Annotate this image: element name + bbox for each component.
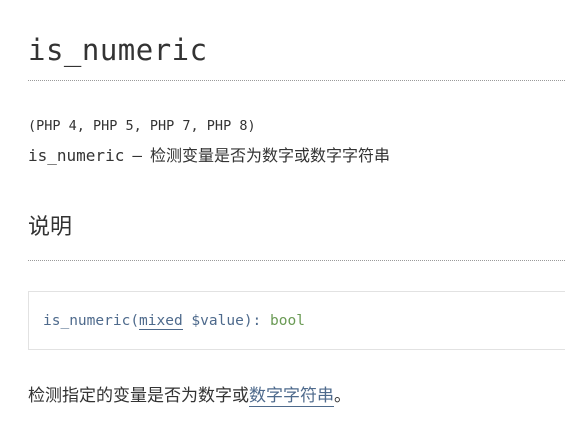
title-divider (28, 80, 565, 81)
ref-purpose-name: is_numeric (28, 146, 125, 165)
synopsis-function-name: is_numeric (43, 313, 131, 329)
section-title-description: 说明 (28, 215, 73, 240)
type-link-mixed[interactable]: mixed (139, 313, 183, 330)
page-title: is_numeric (28, 33, 208, 67)
synopsis-close-paren: ) (243, 313, 253, 329)
ref-purpose: is_numeric — 检测变量是否为数字或数字字符串 (28, 145, 390, 167)
synopsis-colon: : (252, 313, 271, 329)
synopsis-return-type: bool (270, 313, 305, 329)
description-paragraph: 检测指定的变量是否为数字或数字字符串。 (28, 384, 351, 408)
section-divider (28, 260, 565, 261)
ref-purpose-dash: — (132, 146, 142, 165)
numeric-strings-link[interactable]: 数字字符串 (249, 386, 334, 407)
description-text: 检测指定的变量是否为数字或 (28, 386, 249, 406)
version-info: (PHP 4, PHP 5, PHP 7, PHP 8) (28, 118, 256, 134)
ref-purpose-description: 检测变量是否为数字或数字字符串 (149, 146, 390, 165)
description-period: 。 (334, 386, 351, 406)
method-synopsis-box: is_numeric(mixed $value): bool (28, 291, 565, 350)
synopsis-param-name: $value (182, 313, 244, 329)
synopsis-open-paren: ( (130, 313, 140, 329)
method-synopsis: is_numeric(mixed $value): bool (43, 311, 305, 331)
